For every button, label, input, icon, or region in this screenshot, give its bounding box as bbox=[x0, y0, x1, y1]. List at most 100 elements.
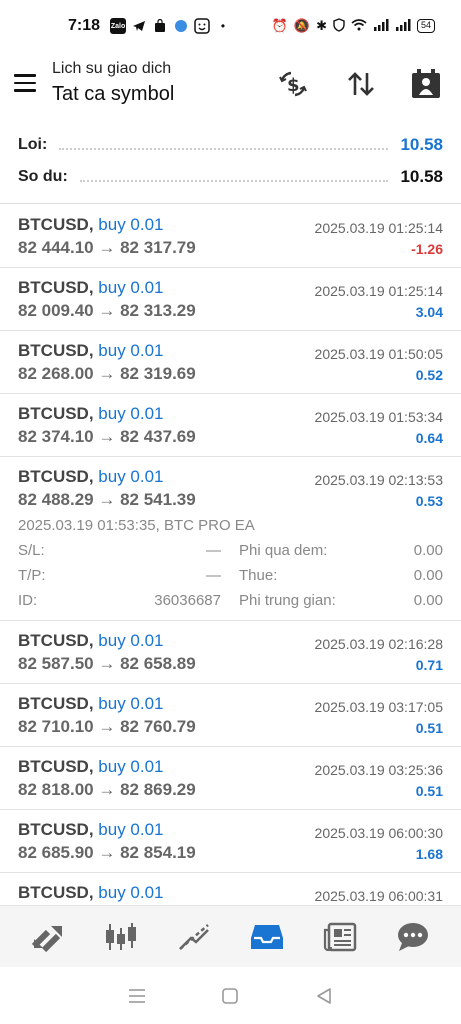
history-icon[interactable] bbox=[245, 915, 289, 959]
currency-filter-icon[interactable]: $ bbox=[275, 66, 311, 102]
deal-profit: 0.71 bbox=[415, 657, 443, 673]
deal-symbol: BTCUSD, bbox=[18, 341, 94, 360]
deal-type: buy 0.01 bbox=[98, 278, 164, 297]
tax-value: 0.00 bbox=[413, 567, 443, 584]
deal-type: buy 0.01 bbox=[98, 694, 164, 713]
profit-label: Loi: bbox=[18, 136, 48, 153]
tax-label: Thue: bbox=[239, 567, 278, 584]
bluetooth-icon: ✱ bbox=[316, 18, 327, 33]
zalo-icon: Zalo bbox=[110, 18, 127, 34]
deal-profit: -1.26 bbox=[411, 241, 443, 257]
deal-row[interactable]: BTCUSD, buy 0.01 82 444.10 → 82 317.79 2… bbox=[0, 205, 461, 268]
id-value: 36036687 bbox=[154, 592, 221, 609]
signal-2-icon bbox=[395, 18, 411, 34]
swap-value: 0.00 bbox=[413, 542, 443, 559]
deals-list[interactable]: BTCUSD, buy 0.01 82 444.10 → 82 317.79 2… bbox=[0, 205, 461, 905]
deal-time: 2025.03.19 01:25:14 bbox=[314, 220, 443, 236]
trade-icon[interactable] bbox=[172, 915, 216, 959]
deal-details: 2025.03.19 01:53:35, BTC PRO EA S/L: — P… bbox=[18, 517, 443, 609]
svg-text:$: $ bbox=[287, 75, 300, 96]
deal-symbol: BTCUSD, bbox=[18, 694, 94, 713]
wifi-icon bbox=[351, 18, 367, 34]
deal-time: 2025.03.19 06:00:30 bbox=[314, 825, 443, 841]
deal-symbol: BTCUSD, bbox=[18, 278, 94, 297]
deal-row[interactable]: BTCUSD, buy 0.01 82 009.40 → 82 313.29 2… bbox=[0, 268, 461, 331]
deal-profit: 0.64 bbox=[415, 430, 443, 446]
status-right: ⏰ 🔕 ✱ 54 bbox=[271, 17, 435, 35]
deal-profit: 1.68 bbox=[415, 846, 443, 862]
balance-row: So du: 10.58 bbox=[18, 166, 443, 188]
deal-symbol: BTCUSD, bbox=[18, 404, 94, 423]
back-icon[interactable] bbox=[309, 981, 339, 1011]
tp-label: T/P: bbox=[18, 567, 46, 584]
deal-time: 2025.03.19 01:53:34 bbox=[314, 409, 443, 425]
deal-type: buy 0.01 bbox=[98, 215, 164, 234]
profit-value: 10.58 bbox=[400, 135, 443, 154]
home-icon[interactable] bbox=[215, 981, 245, 1011]
deal-prices: 82 818.00 → 82 869.29 bbox=[18, 780, 196, 799]
deal-time: 2025.03.19 03:25:36 bbox=[314, 762, 443, 778]
news-icon[interactable] bbox=[318, 915, 362, 959]
recent-apps-icon[interactable] bbox=[122, 981, 152, 1011]
bottom-nav bbox=[0, 905, 461, 967]
smiley-icon bbox=[194, 18, 210, 34]
page-title: Tat ca symbol bbox=[52, 83, 175, 105]
mute-icon: 🔕 bbox=[293, 18, 311, 33]
page-subtitle: Lich su giao dich bbox=[52, 60, 172, 77]
menu-icon[interactable] bbox=[14, 74, 36, 92]
deal-row[interactable]: BTCUSD, buy 0.01 82 685.90 → 82 854.19 2… bbox=[0, 810, 461, 873]
deal-time: 2025.03.19 01:25:14 bbox=[314, 283, 443, 299]
deal-symbol: BTCUSD, bbox=[18, 757, 94, 776]
chat-icon[interactable] bbox=[391, 915, 435, 959]
vpn-icon bbox=[333, 17, 345, 35]
deal-type: buy 0.01 bbox=[98, 820, 164, 839]
dots-divider bbox=[59, 148, 389, 150]
commission-value: 0.00 bbox=[413, 592, 443, 609]
sl-label: S/L: bbox=[18, 542, 45, 559]
quotes-icon[interactable] bbox=[26, 915, 70, 959]
deal-row[interactable]: BTCUSD, buy 0.01 82 268.00 → 82 319.69 2… bbox=[0, 331, 461, 394]
dots-divider bbox=[79, 180, 389, 182]
deal-profit: 0.53 bbox=[415, 493, 443, 509]
deal-prices: 82 685.90 → 82 854.19 bbox=[18, 843, 196, 862]
shopping-bag-icon bbox=[152, 18, 168, 34]
deal-row[interactable]: BTCUSD, buy 0.01 82 818.00 → 82 869.29 2… bbox=[0, 747, 461, 810]
commission-label: Phi trung gian: bbox=[239, 592, 336, 609]
deal-profit: 0.51 bbox=[415, 720, 443, 736]
deal-symbol: BTCUSD, bbox=[18, 215, 94, 234]
deal-symbol: BTCUSD, bbox=[18, 467, 94, 486]
summary-panel: Loi: 10.58 So du: 10.58 bbox=[0, 126, 461, 204]
deal-prices: 82 009.40 → 82 313.29 bbox=[18, 301, 196, 320]
alarm-icon: ⏰ bbox=[271, 18, 288, 33]
deal-symbol: BTCUSD, bbox=[18, 883, 94, 902]
deal-details-grid: S/L: — Phi qua dem: 0.00 T/P: — Thue: 0.… bbox=[18, 542, 443, 609]
deal-time: 2025.03.19 03:17:05 bbox=[314, 699, 443, 715]
chart-icon[interactable] bbox=[99, 915, 143, 959]
title-block[interactable]: Lich su giao dich Tat ca symbol bbox=[52, 60, 174, 106]
deal-time: 2025.03.19 02:13:53 bbox=[314, 472, 443, 488]
deal-symbol: BTCUSD, bbox=[18, 631, 94, 650]
deal-row[interactable]: BTCUSD, buy 0.01 82 710.10 → 82 760.79 2… bbox=[0, 684, 461, 747]
deal-time: 2025.03.19 01:50:05 bbox=[314, 346, 443, 362]
deal-profit: 3.04 bbox=[415, 304, 443, 320]
sort-icon[interactable] bbox=[343, 66, 379, 102]
app-icon bbox=[173, 18, 189, 34]
tp-value: — bbox=[206, 567, 221, 584]
deal-prices: 82 268.00 → 82 319.69 bbox=[18, 364, 196, 383]
deal-symbol: BTCUSD, bbox=[18, 820, 94, 839]
signal-icon bbox=[373, 18, 389, 34]
deal-row[interactable]: BTCUSD, buy 0.01 82 587.50 → 82 658.89 2… bbox=[0, 621, 461, 684]
dot-icon: • bbox=[220, 19, 226, 33]
deal-row[interactable]: BTCUSD, buy 0.01 82 374.10 → 82 437.69 2… bbox=[0, 394, 461, 457]
profit-row: Loi: 10.58 bbox=[18, 134, 443, 156]
balance-label: So du: bbox=[18, 168, 68, 185]
system-nav bbox=[0, 967, 461, 1024]
deal-type: buy 0.01 bbox=[98, 467, 164, 486]
deal-prices: 82 710.10 → 82 760.79 bbox=[18, 717, 196, 736]
calendar-user-icon[interactable] bbox=[408, 66, 444, 102]
deal-row[interactable]: BTCUSD, buy 0.01 2025.03.19 06:00:31 bbox=[0, 873, 461, 905]
deal-prices: 82 444.10 → 82 317.79 bbox=[18, 238, 196, 257]
deal-open-info: 2025.03.19 01:53:35, BTC PRO EA bbox=[18, 517, 255, 534]
deal-type: buy 0.01 bbox=[98, 631, 164, 650]
deal-row-expanded[interactable]: BTCUSD, buy 0.01 82 488.29 → 82 541.39 2… bbox=[0, 457, 461, 621]
